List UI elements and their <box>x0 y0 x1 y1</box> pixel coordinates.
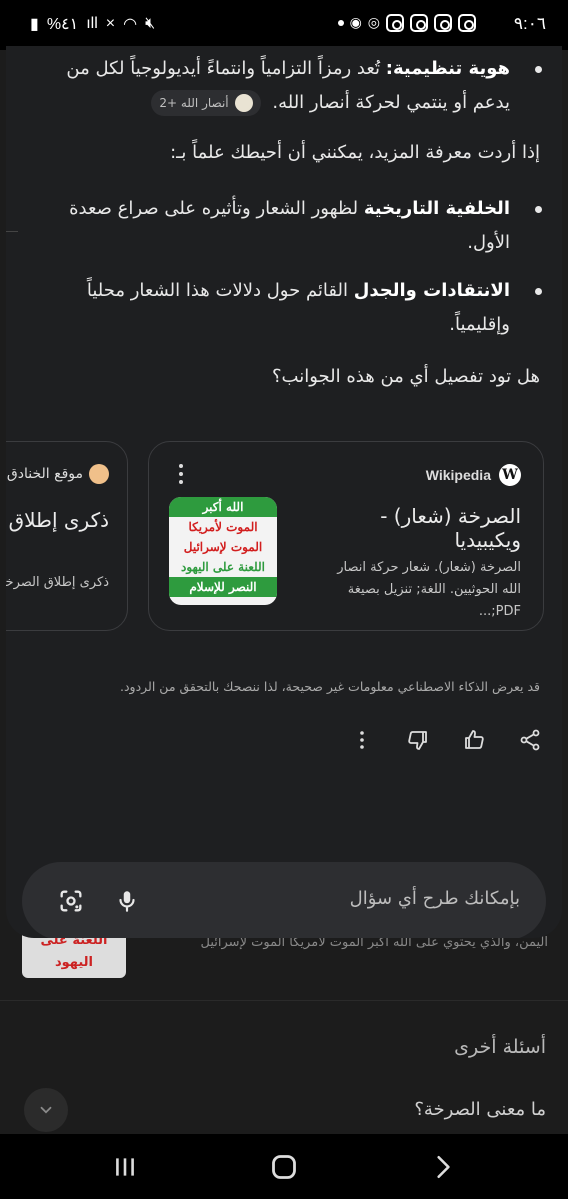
source-chip-label: أنصار الله +2 <box>159 96 229 110</box>
bullet-criticism: الانتقادات والجدل القائم حول دلالات هذا … <box>60 274 542 342</box>
bullet-bold-label: الخلفية التاريخية <box>363 198 510 219</box>
status-bar: ▮ %٤١ ıll × ◠ 🔇︎ ◉ ◎ ٩:٠٦ <box>0 0 568 50</box>
clock: ٩:٠٦ <box>513 14 546 33</box>
source-chip[interactable]: أنصار الله +2 <box>151 90 261 116</box>
instagram-icon <box>434 14 452 32</box>
other-question-item[interactable]: ما معنى الصرخة؟ <box>414 1099 546 1120</box>
source-card-alkhanadeq[interactable]: موقع الخنادق ذكرى إطلاق الصرخة - موقع ال… <box>6 441 128 631</box>
instagram-icon <box>458 14 476 32</box>
sarkha-slogan-thumbnail: الله أكبر الموت لأمريكا الموت لإسرائيل ا… <box>169 497 277 605</box>
more-options-icon[interactable] <box>171 462 191 486</box>
source-card-wikipedia[interactable]: W Wikipedia الصرخة (شعار) - ويكيبيديا ال… <box>148 441 544 631</box>
response-actions <box>344 722 548 758</box>
ask-input-placeholder: بإمكانك طرح أي سؤال <box>349 888 520 909</box>
source-snippet: الصرخة (شعار). شعار حركة انصار الله الحو… <box>337 560 521 619</box>
chevron-down-icon[interactable] <box>24 1088 68 1132</box>
recent-apps-icon[interactable] <box>110 1152 140 1182</box>
notification-dot-icon <box>337 20 344 26</box>
instagram-icon <box>410 14 428 32</box>
whatsapp-icon: ◎ <box>367 15 380 31</box>
no-signal-icon: × <box>105 15 116 32</box>
source-name: Wikipedia <box>425 467 491 483</box>
more-info-intro: إذا أردت معرفة المزيد، يمكنني أن أحيطك ع… <box>170 142 540 163</box>
divider <box>0 1000 568 1001</box>
wifi-icon: ◠ <box>123 16 138 33</box>
ask-input[interactable]: بإمكانك طرح أي سؤال <box>22 862 546 938</box>
battery-level: %٤١ <box>46 16 79 33</box>
ai-answer-sheet: هوية تنظيمية: تُعد رمزاً التزامياً وانتم… <box>6 46 562 938</box>
bullet-organizational-identity: هوية تنظيمية: تُعد رمزاً التزامياً وانتم… <box>60 52 542 120</box>
thumbs-up-icon[interactable] <box>456 722 492 758</box>
source-title: ذكرى إطلاق الصرخة - موقع الخنادق <box>6 508 109 532</box>
messages-icon: ◉ <box>349 15 362 31</box>
thumbs-down-icon[interactable] <box>400 722 436 758</box>
system-navigation-bar <box>0 1134 568 1199</box>
slogan-line: اللعنة على اليهود <box>181 560 265 574</box>
follow-up-question: هل تود تفصيل أي من هذه الجوانب؟ <box>271 366 540 387</box>
notification-icons: ◉ ◎ <box>337 14 476 32</box>
wikipedia-icon: W <box>499 464 521 486</box>
status-left-icons: ▮ %٤١ ıll × ◠ 🔇︎ <box>30 14 155 34</box>
source-header: موقع الخنادق <box>7 464 109 484</box>
slogan-line: النصر للإسلام <box>169 577 277 597</box>
source-snippet: ذكرى إطلاق الصرخة ... الخميس 17 كانون <box>6 575 109 590</box>
slogan-line: الموت لأمريكا <box>188 520 258 534</box>
source-name: موقع الخنادق <box>6 466 83 482</box>
bullet-historical-background: الخلفية التاريخية لظهور الشعار وتأثيره ع… <box>60 192 542 260</box>
ansarallah-logo-icon <box>234 94 253 112</box>
lens-icon[interactable] <box>54 884 88 918</box>
battery-icon: ▮ <box>30 16 39 33</box>
signal-icon: ıll <box>86 15 98 32</box>
more-vert-icon[interactable] <box>344 722 380 758</box>
back-icon[interactable] <box>428 1152 458 1182</box>
home-icon[interactable] <box>269 1152 299 1182</box>
share-icon[interactable] <box>512 722 548 758</box>
bullet-bold-label: الانتقادات والجدل <box>353 280 510 301</box>
alkhanadeq-icon <box>89 464 109 484</box>
ai-disclaimer: قد يعرض الذكاء الاصطناعي معلومات غير صحي… <box>120 679 540 694</box>
divider <box>6 231 18 232</box>
source-header: W Wikipedia <box>426 464 521 486</box>
source-title: الصرخة (شعار) - ويكيبيديا <box>380 504 521 552</box>
mute-icon: 🔇︎ <box>145 15 156 32</box>
slogan-line: الله أكبر <box>169 497 277 517</box>
mic-icon[interactable] <box>110 884 144 918</box>
instagram-icon <box>386 14 404 32</box>
other-questions-title: أسئلة أخرى <box>454 1036 546 1058</box>
bullet-bold-label: هوية تنظيمية: <box>385 58 510 79</box>
slogan-line: الموت لإسرائيل <box>183 540 263 554</box>
